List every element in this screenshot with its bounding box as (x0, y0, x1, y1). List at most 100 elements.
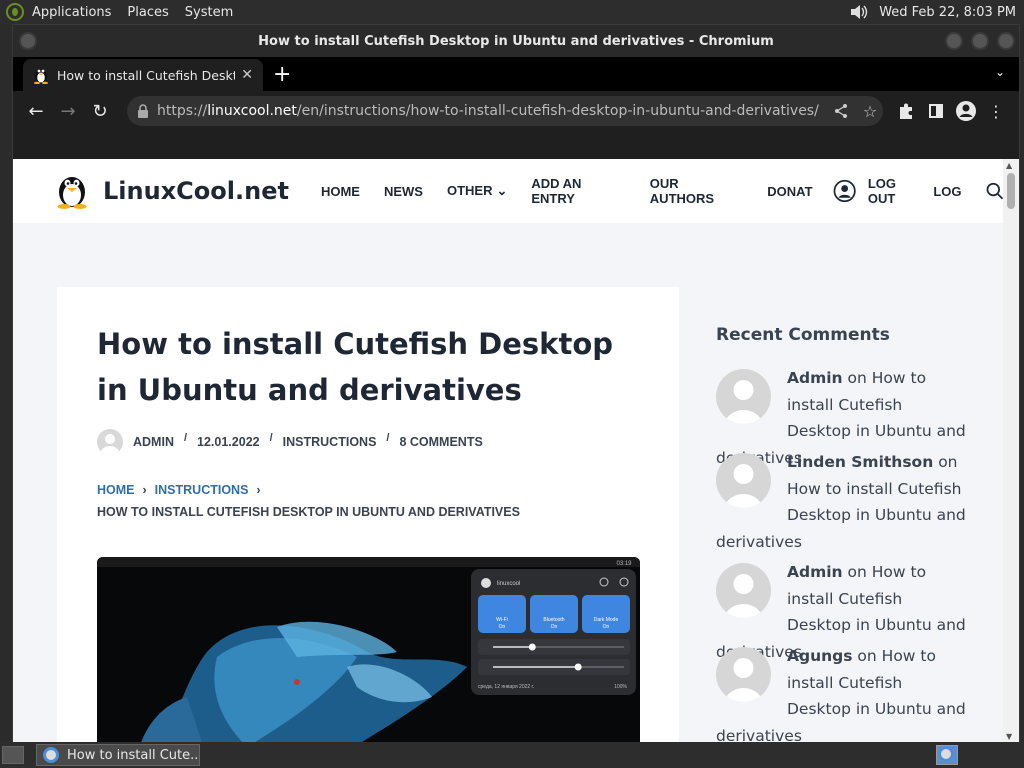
nav-add-entry[interactable]: ADD AN ENTRY (531, 176, 625, 206)
nav-our-authors[interactable]: OUR AUTHORS (650, 176, 744, 206)
breadcrumb: HOME › INSTRUCTIONS › HOW TO INSTALL CUTEFI… (97, 483, 520, 519)
scrollbar-thumb[interactable] (1007, 173, 1015, 209)
panel-menu-bar: Applications Places System (0, 0, 255, 24)
profile-avatar-icon[interactable] (951, 96, 981, 126)
tab-close-icon[interactable]: ✕ (241, 67, 253, 83)
comment-author[interactable]: Linden Smithson (787, 453, 933, 471)
tile-label: Wi-Fi (496, 617, 508, 623)
author-avatar[interactable] (97, 429, 123, 455)
nav-other[interactable]: OTHER ⌄ (447, 183, 507, 199)
tile-label: Dark Mode (594, 617, 619, 623)
nav-other-label: OTHER (446, 183, 493, 198)
page-viewport[interactable]: LinuxCool.net HOME NEWS OTHER ⌄ ADD AN EN… (13, 159, 1019, 743)
top-panel: Applications Places System Wed Feb 22, 8… (0, 0, 1024, 24)
distro-logo-icon[interactable] (6, 3, 24, 21)
site-header: LinuxCool.net HOME NEWS OTHER ⌄ ADD AN EN… (13, 159, 1003, 223)
nav-home[interactable]: HOME (321, 184, 360, 199)
kebab-menu-icon[interactable]: ⋮ (981, 96, 1011, 126)
meta-category[interactable]: INSTRUCTIONS (283, 435, 377, 449)
search-icon[interactable] (986, 182, 1003, 200)
commenter-avatar (716, 563, 771, 618)
window-titlebar[interactable]: How to install Cutefish Desktop in Ubunt… (13, 25, 1019, 57)
chevron-right-icon: › (256, 483, 261, 497)
browser-tab[interactable]: How to install Cutefish Deskto ✕ (23, 59, 263, 91)
nav-donat[interactable]: DONAT (767, 184, 812, 199)
breadcrumb-home[interactable]: HOME (97, 483, 135, 497)
extensions-puzzle-icon[interactable] (891, 96, 921, 126)
lock-icon[interactable] (137, 104, 149, 118)
chevron-right-icon: › (142, 483, 147, 497)
user-account-icon[interactable] (833, 179, 856, 203)
window-title: How to install Cutefish Desktop in Ubunt… (258, 33, 774, 49)
bookmark-star-icon[interactable]: ☆ (863, 102, 877, 121)
taskbar-window-button[interactable]: How to install Cute... (36, 744, 200, 766)
back-arrow-icon[interactable]: ← (21, 96, 51, 126)
tux-logo-icon (57, 177, 87, 209)
meta-author[interactable]: ADMIN (133, 435, 174, 449)
article-meta: ADMIN / 12.01.2022 / INSTRUCTIONS / 8 CO… (97, 429, 483, 455)
brightness-slider-knob (528, 643, 536, 651)
panel-battery: 100% (614, 684, 627, 690)
commenter-avatar (716, 647, 771, 702)
comment-author[interactable]: Admin (787, 369, 843, 387)
scroll-down-arrow-icon[interactable]: ▼ (1006, 732, 1012, 741)
tile-state: On (603, 624, 610, 630)
comment-author[interactable]: Admin (787, 563, 843, 581)
browser-window: How to install Cutefish Desktop in Ubunt… (12, 24, 1020, 743)
article-hero-image: 03:19 linuxcool Wi-Fi On Bluetooth On Da… (97, 557, 640, 743)
maximize-button[interactable] (971, 32, 989, 50)
panel-user: linuxcool (497, 581, 520, 587)
new-tab-plus-icon[interactable]: + (273, 62, 291, 87)
minimize-button[interactable] (945, 32, 963, 50)
panel-tray: Wed Feb 22, 8:03 PM (849, 4, 1024, 20)
toolbar-right: ⋮ (891, 96, 1011, 126)
default-avatar-icon (100, 434, 120, 455)
default-avatar-icon (724, 658, 763, 702)
places-menu[interactable]: Places (127, 5, 168, 20)
reload-icon[interactable]: ↻ (85, 96, 115, 126)
volume-icon[interactable] (849, 4, 869, 20)
panel-avatar (481, 578, 491, 588)
comment-on: on (847, 369, 867, 387)
meta-comments[interactable]: 8 COMMENTS (399, 435, 482, 449)
chevron-down-icon: ⌄ (496, 183, 508, 198)
workspace-switcher[interactable] (936, 745, 958, 765)
url-path: /en/instructions/how-to-install-cutefish… (296, 103, 819, 119)
tab-search-chevron-icon[interactable]: ⌄ (995, 65, 1005, 79)
sidebar: Recent Comments Admin on How to install … (681, 287, 1003, 743)
log-link[interactable]: LOG (933, 184, 961, 199)
tab-strip: How to install Cutefish Deskto ✕ + ⌄ (13, 57, 1019, 91)
article-card: How to install Cutefish Desktop in Ubunt… (57, 287, 679, 743)
window-menu-button[interactable] (19, 32, 37, 50)
meta-separator: / (269, 432, 273, 444)
volume-slider-knob (574, 663, 582, 671)
article-title: How to install Cutefish Desktop in Ubunt… (97, 327, 614, 407)
share-icon[interactable] (833, 103, 849, 119)
comment-author[interactable]: Agungs (787, 647, 852, 665)
address-bar[interactable]: https://linuxcool.net/en/instructions/ho… (127, 96, 883, 126)
commenter-avatar (716, 369, 771, 424)
applications-menu[interactable]: Applications (32, 5, 111, 20)
default-avatar-icon (724, 574, 763, 618)
show-desktop-button[interactable] (2, 746, 24, 764)
meta-separator: / (386, 432, 390, 444)
scroll-up-arrow-icon[interactable]: ▲ (1006, 161, 1012, 170)
nav-news[interactable]: NEWS (384, 184, 423, 199)
page-scrollbar[interactable]: ▲ ▼ (1003, 159, 1019, 743)
tile-label: Bluetooth (543, 617, 564, 623)
default-avatar-icon (724, 380, 763, 424)
logout-link[interactable]: LOG OUT (868, 176, 926, 206)
panel-clock[interactable]: Wed Feb 22, 8:03 PM (879, 5, 1016, 20)
recent-comment-item: Linden Smithson on How to install Cutefi… (716, 449, 966, 555)
side-panel-icon[interactable] (921, 96, 951, 126)
bookmark-bar (13, 131, 1019, 159)
site-logo[interactable]: LinuxCool.net (55, 173, 289, 209)
control-center-panel: linuxcool Wi-Fi On Bluetooth On Dark Mod… (471, 569, 636, 695)
close-window-button[interactable] (997, 32, 1015, 50)
forward-arrow-icon[interactable]: → (53, 96, 83, 126)
site-name[interactable]: LinuxCool.net (103, 177, 289, 205)
meta-date[interactable]: 12.01.2022 (197, 435, 260, 449)
breadcrumb-instructions[interactable]: INSTRUCTIONS (155, 483, 249, 497)
system-menu[interactable]: System (185, 5, 233, 20)
site-nav: HOME NEWS OTHER ⌄ ADD AN ENTRY OUR AUTHOR… (321, 176, 1003, 206)
